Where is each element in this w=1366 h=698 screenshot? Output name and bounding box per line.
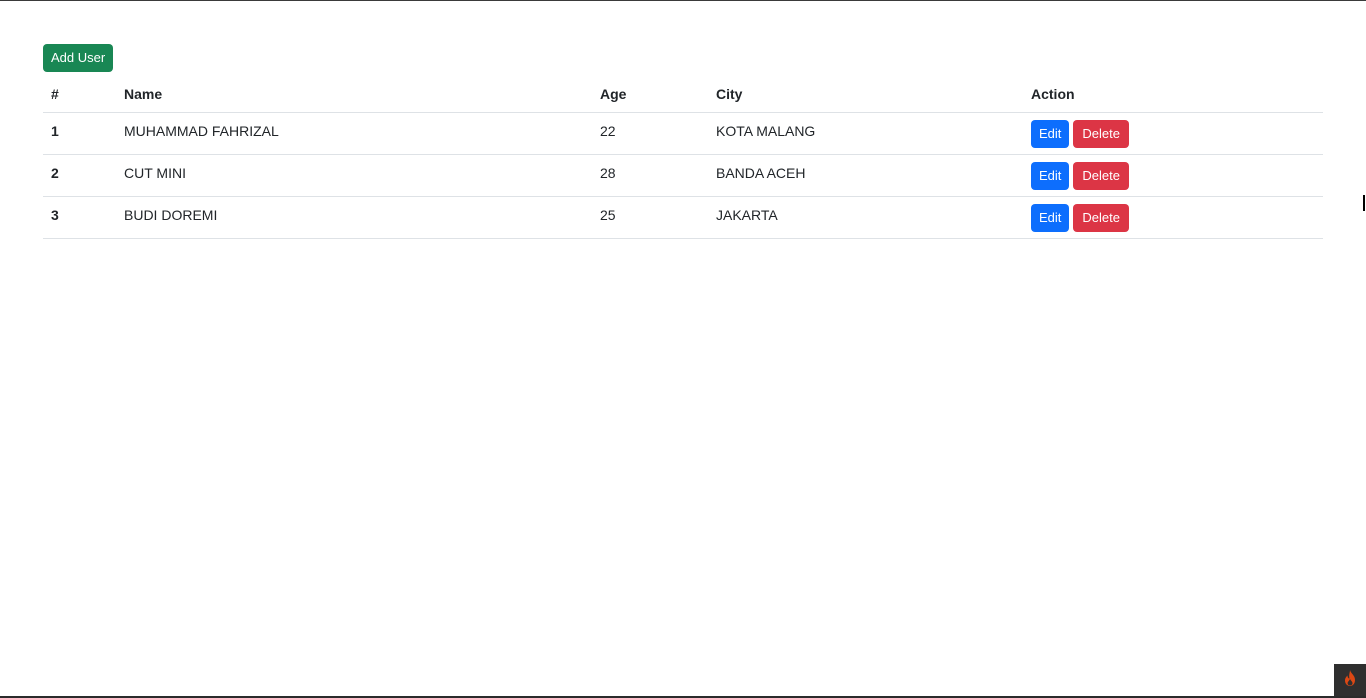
delete-button[interactable]: Delete: [1073, 120, 1129, 148]
header-city: City: [708, 76, 1023, 113]
row-city: KOTA MALANG: [708, 112, 1023, 155]
header-name: Name: [116, 76, 592, 113]
edit-button[interactable]: Edit: [1031, 162, 1070, 190]
row-number: 1: [43, 112, 116, 155]
row-number: 2: [43, 154, 116, 197]
table-row: 2 CUT MINI 28 BANDA ACEH Edit Delete: [43, 154, 1323, 197]
add-user-button[interactable]: Add User: [43, 44, 114, 72]
row-city: BANDA ACEH: [708, 154, 1023, 197]
window-top-border: [0, 0, 1366, 1]
delete-button[interactable]: Delete: [1073, 204, 1129, 232]
debug-toolbar-toggle[interactable]: [1334, 664, 1366, 696]
header-number: #: [43, 76, 116, 113]
flame-icon: [1342, 669, 1358, 692]
table-row: 3 BUDI DOREMI 25 JAKARTA Edit Delete: [43, 196, 1323, 239]
row-age: 25: [592, 196, 708, 239]
row-name: MUHAMMAD FAHRIZAL: [116, 112, 592, 155]
edit-button[interactable]: Edit: [1031, 120, 1070, 148]
edit-button[interactable]: Edit: [1031, 204, 1070, 232]
row-actions: Edit Delete: [1023, 112, 1323, 155]
text-cursor: [1363, 195, 1365, 211]
header-action: Action: [1023, 76, 1323, 113]
row-city: JAKARTA: [708, 196, 1023, 239]
row-actions: Edit Delete: [1023, 196, 1323, 239]
row-actions: Edit Delete: [1023, 154, 1323, 197]
delete-button[interactable]: Delete: [1073, 162, 1129, 190]
row-age: 28: [592, 154, 708, 197]
header-age: Age: [592, 76, 708, 113]
users-panel: Add User # Name Age City Action 1 MUHAMM…: [43, 44, 1323, 239]
row-number: 3: [43, 196, 116, 239]
users-table: # Name Age City Action 1 MUHAMMAD FAHRIZ…: [43, 76, 1323, 239]
table-header-row: # Name Age City Action: [43, 76, 1323, 113]
table-row: 1 MUHAMMAD FAHRIZAL 22 KOTA MALANG Edit D…: [43, 112, 1323, 155]
row-age: 22: [592, 112, 708, 155]
row-name: BUDI DOREMI: [116, 196, 592, 239]
row-name: CUT MINI: [116, 154, 592, 197]
